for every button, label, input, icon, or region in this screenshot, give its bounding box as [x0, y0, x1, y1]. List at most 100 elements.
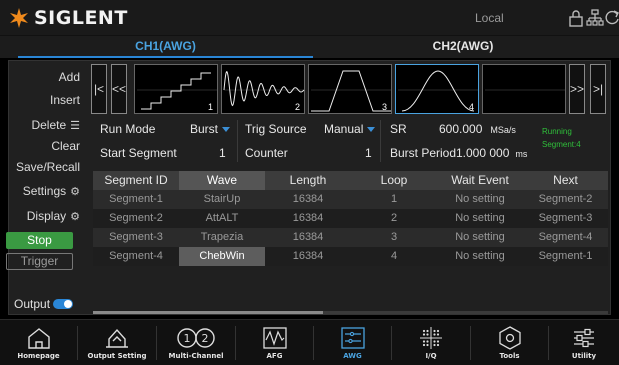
- output-toggle[interactable]: [53, 299, 74, 309]
- home-icon: [27, 328, 50, 349]
- tools-icon: [498, 326, 521, 350]
- last-segment-button[interactable]: >|: [590, 64, 606, 114]
- title-bar: SIGLENT Local: [0, 0, 619, 36]
- table-row[interactable]: Segment-1 StairUp 16384 1 No setting Seg…: [93, 190, 608, 209]
- save-recall-button[interactable]: Save/Recall: [12, 156, 84, 178]
- brand-logo: SIGLENT: [8, 6, 128, 30]
- stop-button[interactable]: Stop: [6, 232, 73, 249]
- cell-wave[interactable]: StairUp: [179, 190, 265, 209]
- remote-status: Local: [475, 11, 504, 25]
- burst-period-unit: ms: [515, 149, 528, 159]
- col-wait-event[interactable]: Wait Event: [437, 171, 523, 190]
- cell-loop[interactable]: 1: [351, 190, 437, 209]
- display-button[interactable]: Display ⚙: [12, 205, 84, 227]
- trigger-button[interactable]: Trigger: [6, 253, 73, 270]
- trig-source-label: Trig Source: [245, 122, 307, 136]
- dock-awg[interactable]: AWG: [314, 320, 391, 365]
- col-length[interactable]: Length: [265, 171, 351, 190]
- cell-next[interactable]: Segment-3: [523, 209, 608, 228]
- output-control[interactable]: Output: [14, 297, 74, 311]
- segment-thumb-3[interactable]: 3: [308, 64, 392, 114]
- dock-iq[interactable]: I/Q: [392, 320, 470, 365]
- dock-multi-channel[interactable]: 1 2 Multi-Channel: [157, 320, 235, 365]
- col-loop[interactable]: Loop: [351, 171, 437, 190]
- sr-field[interactable]: 600.000 MSa/s: [439, 122, 516, 136]
- lock-icon[interactable]: [566, 8, 586, 28]
- cell-length[interactable]: 16384: [265, 247, 351, 266]
- cell-segment-id[interactable]: Segment-1: [93, 190, 179, 209]
- delete-button[interactable]: Delete ☰: [12, 114, 84, 136]
- table-row[interactable]: Segment-2 AttALT 16384 2 No setting Segm…: [93, 209, 608, 228]
- segment-thumb-2[interactable]: 2: [221, 64, 305, 114]
- sr-unit: MSa/s: [490, 125, 516, 135]
- start-segment-field[interactable]: 1: [219, 146, 226, 160]
- segment-thumb-empty[interactable]: [482, 64, 566, 114]
- cell-wave-selected[interactable]: ChebWin: [179, 247, 265, 266]
- cell-next[interactable]: Segment-1: [523, 247, 608, 266]
- chevron-down-icon: [222, 127, 231, 133]
- counter-label: Counter: [245, 146, 288, 160]
- dock-homepage[interactable]: Homepage: [0, 320, 77, 365]
- settings-button[interactable]: Settings ⚙: [12, 180, 84, 202]
- run-mode-value: Burst: [190, 122, 219, 136]
- segment-number: 2: [294, 102, 300, 112]
- dock-output-setting[interactable]: Output Setting: [78, 320, 156, 365]
- cell-length[interactable]: 16384: [265, 209, 351, 228]
- counter-field[interactable]: 1: [365, 146, 372, 160]
- tab-ch1[interactable]: CH1(AWG): [18, 36, 313, 58]
- add-button[interactable]: Add: [12, 66, 84, 88]
- cell-wait-event[interactable]: No setting: [437, 209, 523, 228]
- cell-wait-event[interactable]: No setting: [437, 228, 523, 247]
- cell-wave[interactable]: AttALT: [179, 209, 265, 228]
- cell-segment-id[interactable]: Segment-3: [93, 228, 179, 247]
- utility-icon: [574, 328, 594, 348]
- table-row[interactable]: Segment-4 ChebWin 16384 4 No setting Seg…: [93, 247, 608, 266]
- chevron-down-icon: [367, 127, 376, 133]
- burst-period-field[interactable]: 1.000 000 ms: [456, 146, 527, 160]
- table-scrollbar[interactable]: [93, 311, 608, 314]
- first-segment-button[interactable]: |<: [91, 64, 107, 114]
- cell-next[interactable]: Segment-4: [523, 228, 608, 247]
- col-next[interactable]: Next: [523, 171, 608, 190]
- dock-afg[interactable]: AFG: [236, 320, 313, 365]
- rotate-icon[interactable]: [602, 8, 619, 28]
- cell-wait-event[interactable]: No setting: [437, 247, 523, 266]
- gear-icon: ⚙: [70, 185, 80, 198]
- segment-thumb-1[interactable]: 1: [134, 64, 218, 114]
- att-alt-wave-icon: [223, 71, 305, 107]
- cell-length[interactable]: 16384: [265, 190, 351, 209]
- burst-period-value: 1.000 000: [456, 146, 510, 160]
- dock-utility[interactable]: Utility: [549, 320, 619, 365]
- cell-loop[interactable]: 2: [351, 209, 437, 228]
- param-divider: [237, 120, 238, 162]
- col-segment-id[interactable]: Segment ID: [93, 171, 179, 190]
- cell-segment-id[interactable]: Segment-2: [93, 209, 179, 228]
- cell-length[interactable]: 16384: [265, 228, 351, 247]
- col-wave[interactable]: Wave: [179, 171, 265, 190]
- cell-loop[interactable]: 4: [351, 247, 437, 266]
- tab-ch2[interactable]: CH2(AWG): [313, 36, 613, 58]
- scrollbar-thumb[interactable]: [93, 311, 323, 314]
- siglent-logo-icon: [10, 8, 28, 28]
- channel-tabs: CH1(AWG) CH2(AWG): [0, 36, 619, 58]
- dock-tools[interactable]: Tools: [471, 320, 548, 365]
- cell-next[interactable]: Segment-2: [523, 190, 608, 209]
- next-segment-button[interactable]: >>: [569, 64, 585, 114]
- cell-wave[interactable]: Trapezia: [179, 228, 265, 247]
- prev-segment-button[interactable]: <<: [111, 64, 127, 114]
- cell-loop[interactable]: 3: [351, 228, 437, 247]
- run-mode-select[interactable]: Burst: [190, 122, 231, 136]
- trig-source-select[interactable]: Manual: [324, 122, 376, 136]
- cell-wait-event[interactable]: No setting: [437, 190, 523, 209]
- clear-button[interactable]: Clear: [12, 135, 84, 157]
- segment-thumb-4[interactable]: 4: [395, 64, 479, 114]
- brand-name: SIGLENT: [34, 7, 128, 29]
- dock-label: Tools: [499, 352, 520, 360]
- insert-button[interactable]: Insert: [12, 89, 84, 111]
- trig-source-value: Manual: [324, 122, 364, 136]
- cell-segment-id[interactable]: Segment-4: [93, 247, 179, 266]
- gear-icon: ⚙: [70, 210, 80, 223]
- clear-label: Clear: [51, 139, 80, 153]
- table-row[interactable]: Segment-3 Trapezia 16384 3 No setting Se…: [93, 228, 608, 247]
- segment-number: 1: [207, 102, 213, 112]
